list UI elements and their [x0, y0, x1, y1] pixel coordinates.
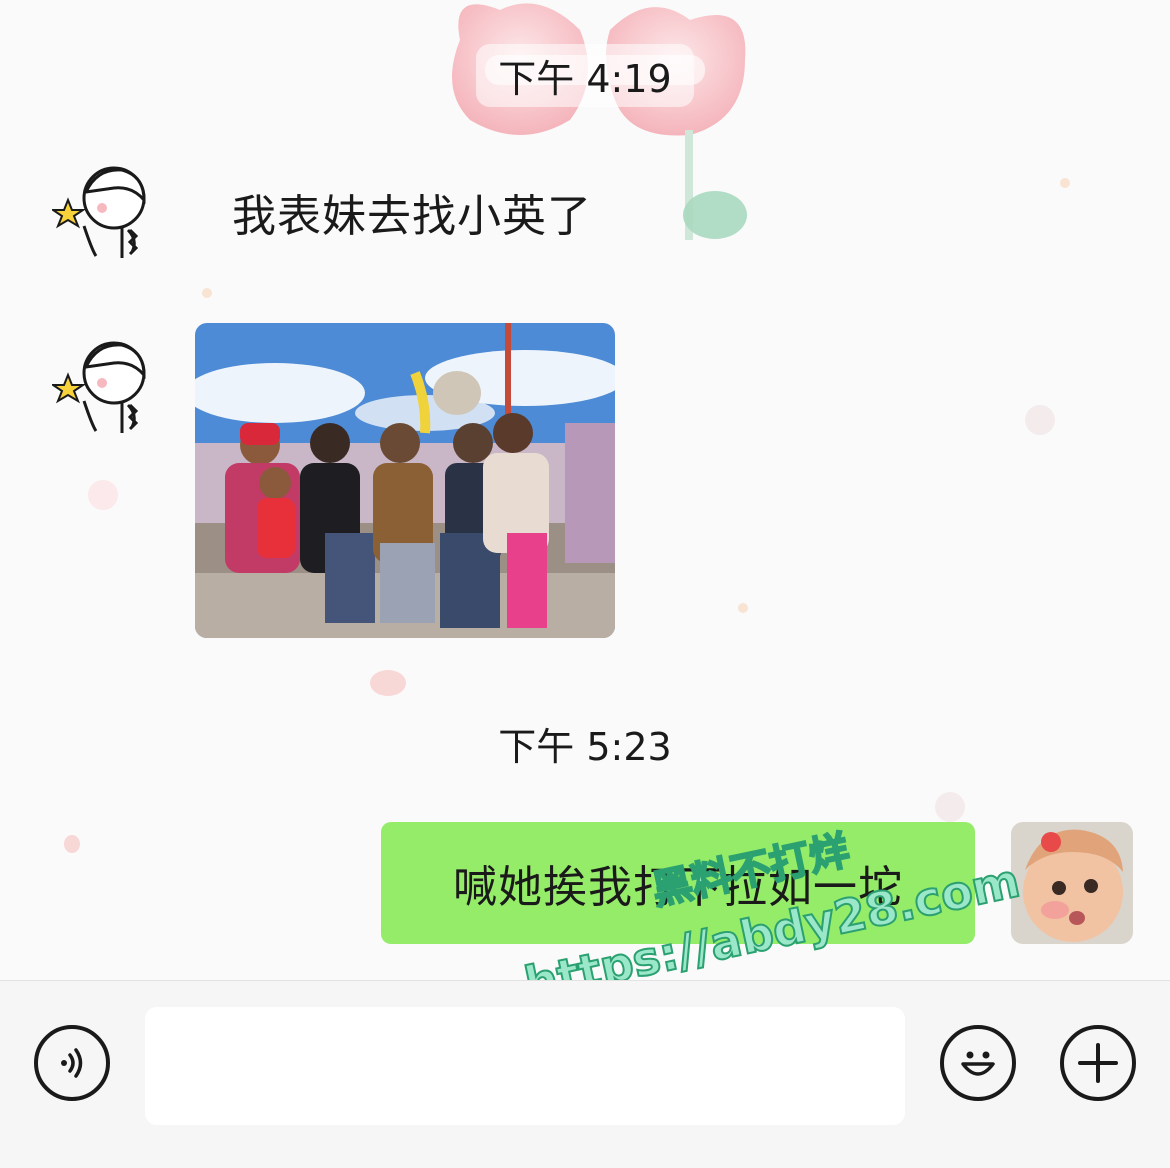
- emoji-button[interactable]: [940, 1025, 1016, 1101]
- plus-icon: [1078, 1043, 1118, 1083]
- emoji-icon: [961, 1051, 995, 1076]
- message-input[interactable]: [145, 1007, 905, 1125]
- add-button[interactable]: [1060, 1025, 1136, 1101]
- timestamp: 下午 4:19: [0, 44, 1170, 107]
- contact-avatar[interactable]: [52, 160, 162, 270]
- incoming-message-text[interactable]: 我表妹去找小英了: [232, 180, 592, 244]
- bg-dot: [64, 835, 80, 853]
- bg-dot: [88, 480, 118, 510]
- bg-dot: [1025, 405, 1055, 435]
- voice-button[interactable]: [34, 1025, 110, 1101]
- voice-icon: [61, 1048, 83, 1078]
- bg-dot: [370, 670, 406, 696]
- bg-dot: [202, 288, 212, 298]
- timestamp: 下午 5:23: [0, 716, 1170, 771]
- timestamp-text: 下午 4:19: [476, 44, 694, 107]
- contact-avatar[interactable]: [52, 335, 162, 445]
- bg-dot: [935, 792, 965, 822]
- input-bar: [0, 980, 1170, 1168]
- timestamp-text: 下午 5:23: [498, 725, 672, 769]
- bg-dot: [1060, 178, 1070, 188]
- chat-screen: 下午 4:19 我表妹去找小英了 下午 5:23 喊她挨我打下拉如一坨 黑料不打…: [0, 0, 1170, 1168]
- bg-dot: [738, 603, 748, 613]
- my-avatar[interactable]: [1011, 822, 1133, 944]
- incoming-photo[interactable]: [195, 323, 615, 638]
